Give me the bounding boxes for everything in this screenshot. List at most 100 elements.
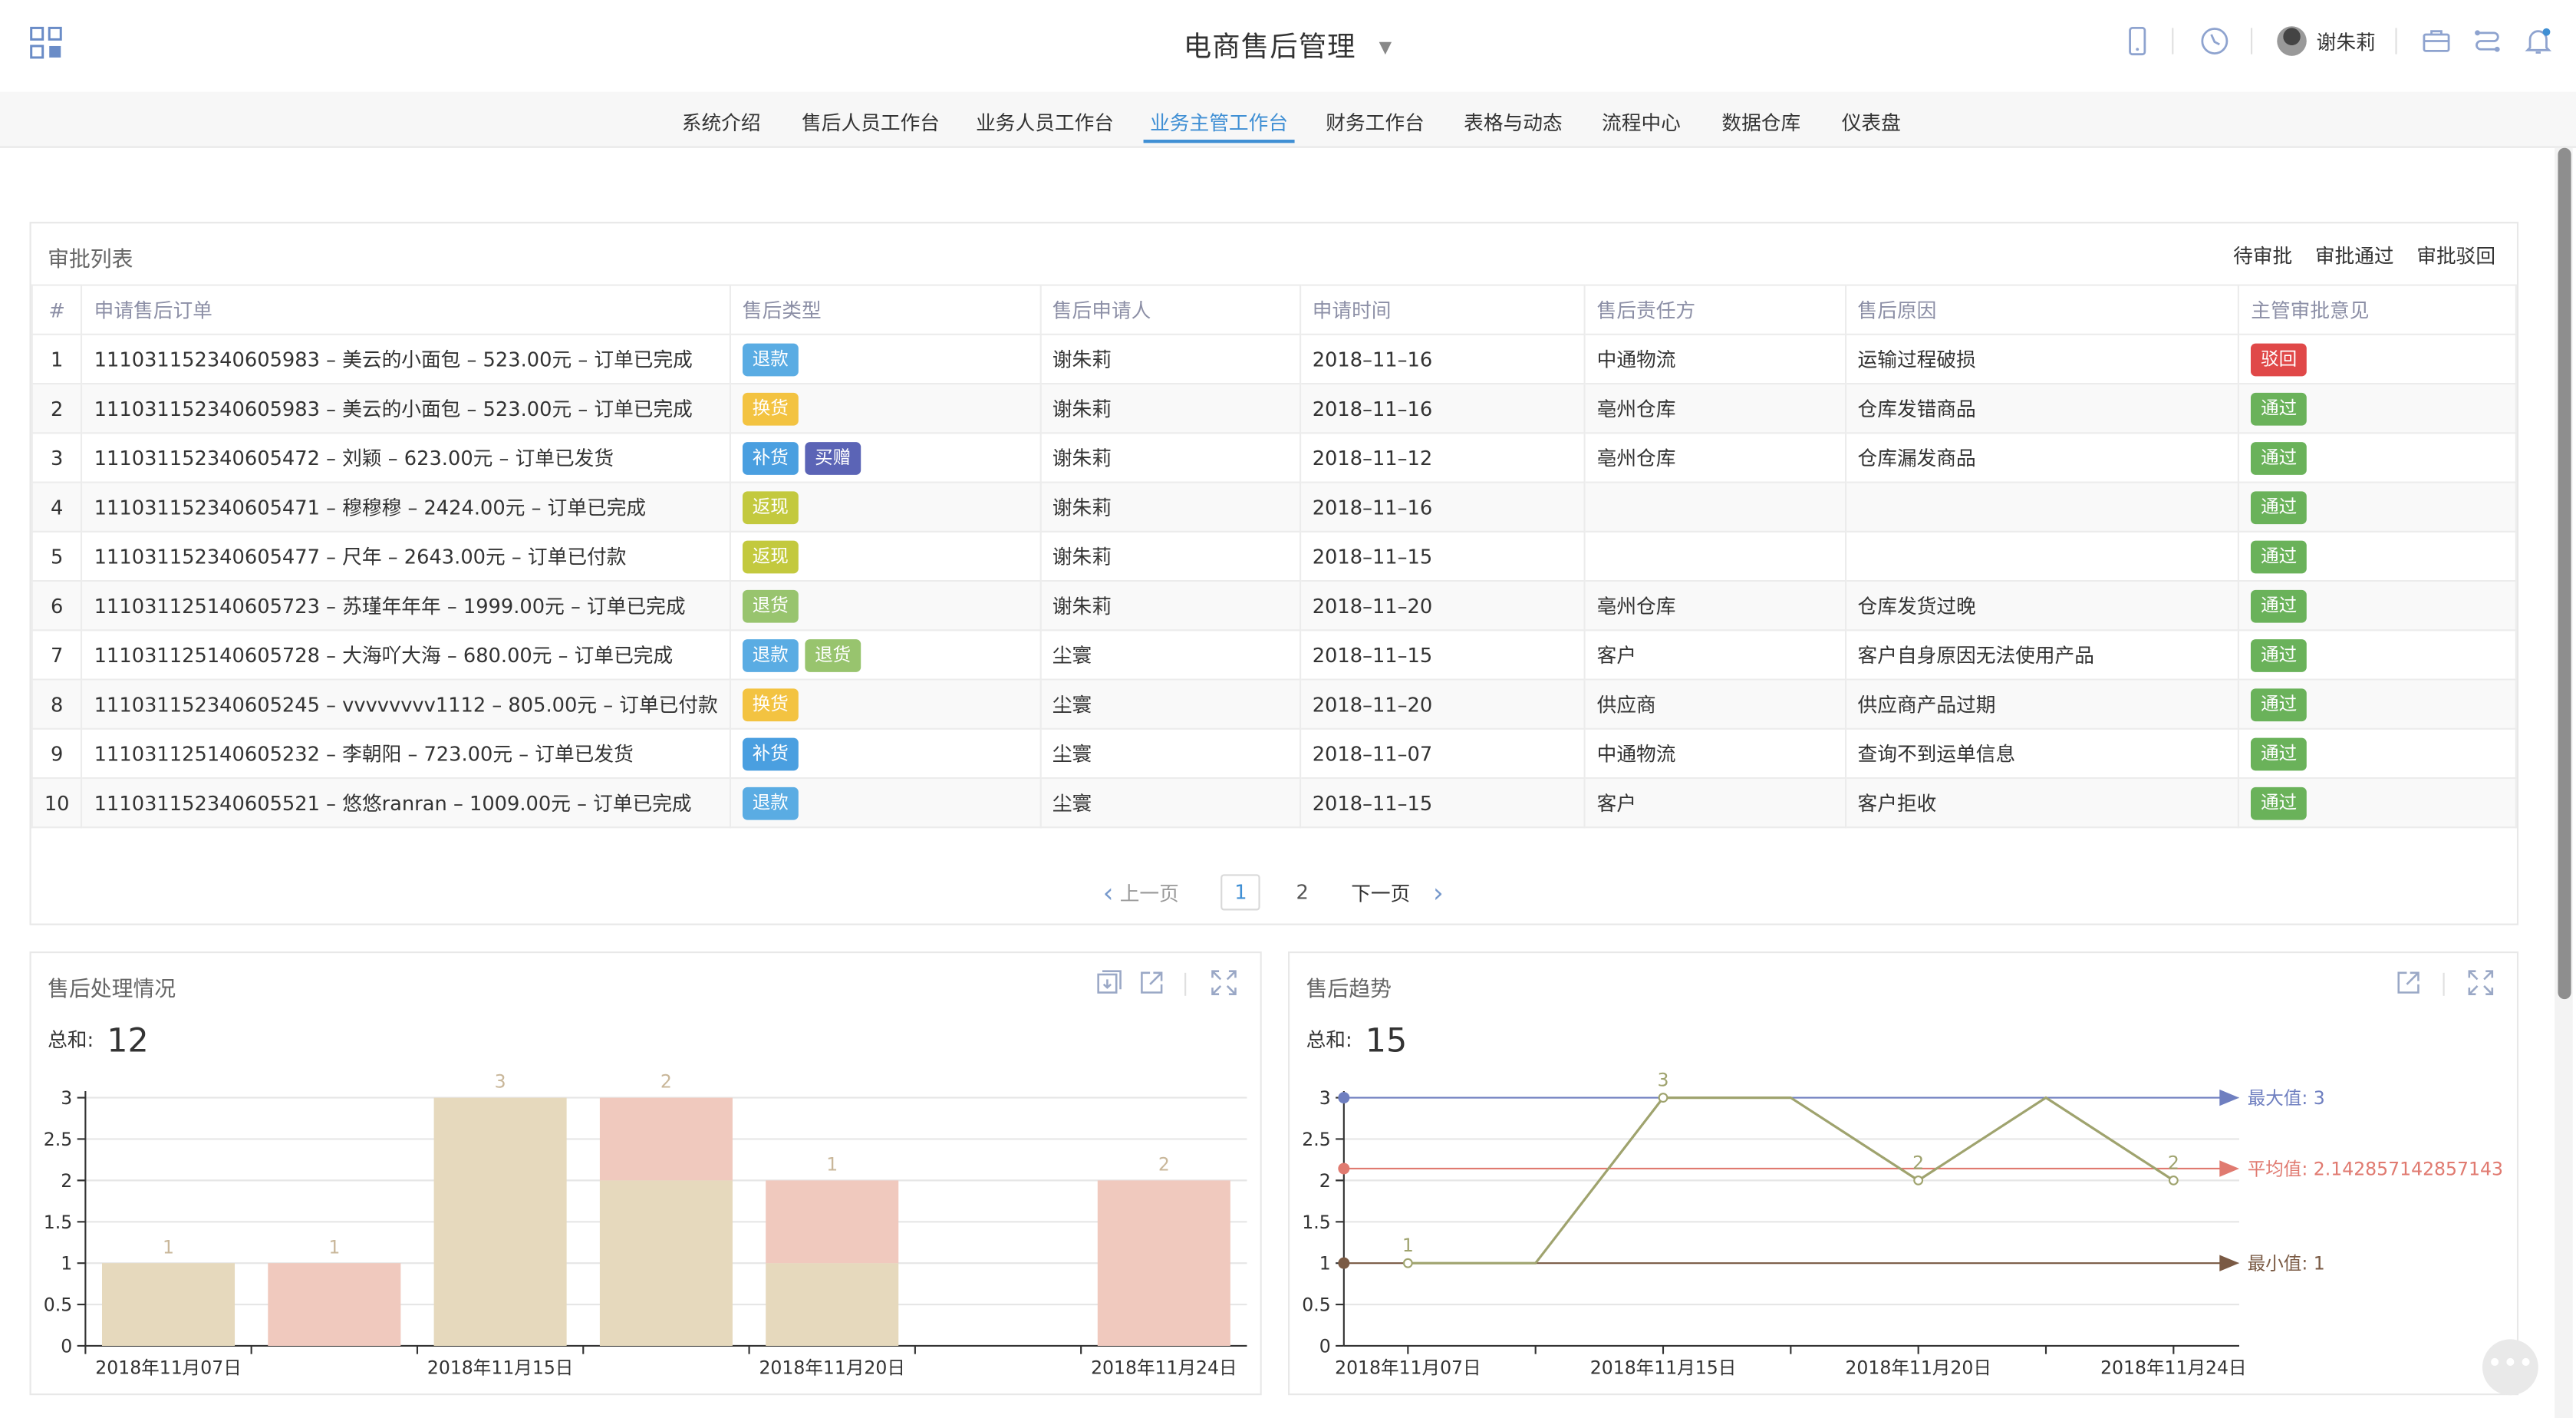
applicant-cell: 谢朱莉 [1039,333,1301,385]
opinion-badge[interactable]: 通过 [2251,391,2308,425]
opinion-badge[interactable]: 通过 [2251,441,2308,474]
data-point [1913,1175,1924,1186]
prev-page-button[interactable]: 上一页 [1120,879,1179,906]
column-header[interactable]: 申请时间 [1299,284,1586,335]
trend-line-chart: 0 0.5 1 1.5 2 2.5 3 最大值: 3 平均值: 2.14285714285714… [1302,1070,2503,1379]
order-cell: 111031152340605983 – 美云的小面包 – 523.00元 – … [81,382,731,434]
column-header[interactable]: 申请售后订单 [81,284,731,335]
tab-business-workbench[interactable]: 业务人员工作台 [976,108,1114,136]
mark-line-arrow [2219,1255,2240,1271]
filter-pending[interactable]: 待审批 [2233,245,2292,268]
filter-rejected[interactable]: 审批驳回 [2416,245,2495,268]
opinion-badge[interactable]: 通过 [2251,589,2308,622]
opinion-cell: 通过 [2238,382,2517,434]
table-row[interactable]: 2 111031152340605983 – 美云的小面包 – 523.00元 –… [31,382,2517,434]
column-header[interactable]: 售后责任方 [1583,284,1846,335]
briefcase-icon[interactable] [2422,26,2452,56]
party-cell: 客户 [1583,777,1846,829]
user-menu[interactable]: 谢朱莉 [2277,23,2376,59]
tab-process-center[interactable]: 流程中心 [1602,108,1681,136]
tab-supervisor-workbench[interactable]: 业务主管工作台 [1143,108,1295,143]
y-tick-label: 1 [1319,1253,1331,1275]
bar-segment [599,1097,733,1181]
opinion-cell: 通过 [2238,579,2517,632]
type-cell: 退货 [729,579,1041,632]
page-1-button[interactable]: 1 [1221,874,1260,911]
reason-cell: 仓库发错商品 [1844,382,2240,434]
opinion-cell: 通过 [2238,432,2517,483]
row-number: 5 [31,530,83,582]
table-row[interactable]: 4 111031152340605471 – 穆穆穆 – 2424.00元 – 订… [31,481,2517,533]
table-row[interactable]: 5 111031152340605477 – 尺年 – 2643.00元 – 订单… [31,530,2517,582]
mark-line-arrow [2219,1089,2240,1106]
table-row[interactable]: 3 111031152340605472 – 刘颖 – 623.00元 – 订单已… [31,432,2517,483]
opinion-cell: 通过 [2238,481,2517,533]
tab-dashboard[interactable]: 仪表盘 [1842,108,1901,136]
tab-data-warehouse[interactable]: 数据仓库 [1721,108,1800,136]
x-tick-label: 2018年11月24日 [2100,1357,2247,1378]
order-cell: 111031152340605477 – 尺年 – 2643.00元 – 订单已… [81,530,731,582]
party-cell: 亳州仓库 [1583,382,1846,434]
column-header[interactable]: 售后类型 [729,284,1041,335]
type-tag: 退货 [742,589,799,622]
filter-approved[interactable]: 审批通过 [2315,245,2394,268]
opinion-badge[interactable]: 通过 [2251,490,2308,524]
table-row[interactable]: 6 111031125140605723 – 苏瑾年年年 – 1999.00元 –… [31,579,2517,632]
next-page-button[interactable]: 下一页 [1351,879,1410,906]
page-scrollbar[interactable] [2555,147,2573,1418]
row-number: 9 [31,727,83,780]
chevron-left-icon[interactable]: ‹ [1103,877,1114,909]
table-row[interactable]: 9 111031125140605232 – 李朝阳 – 723.00元 – 订单… [31,727,2517,780]
date-cell: 2018–11–16 [1299,333,1586,385]
type-tag: 退款 [742,786,799,819]
table-header-row: # 申请售后订单 售后类型 售后申请人 申请时间 售后责任方 售后原因 主管审批… [31,284,2517,335]
point-label: 1 [1402,1235,1414,1256]
table-row[interactable]: 10 111031152340605521 – 悠悠ranran – 1009.0… [31,777,2517,829]
column-header[interactable]: 售后申请人 [1039,284,1301,335]
tab-intro[interactable]: 系统介绍 [682,108,761,136]
flow-icon[interactable] [2472,26,2502,56]
x-tick-label: 2018年11月15日 [427,1357,574,1378]
type-cell: 换货 [729,382,1041,434]
x-tick-label: 2018年11月07日 [1335,1357,1481,1378]
opinion-badge[interactable]: 驳回 [2251,342,2308,376]
opinion-badge[interactable]: 通过 [2251,688,2308,721]
x-tick-label: 2018年11月20日 [759,1357,905,1378]
column-header[interactable]: 主管审批意见 [2238,284,2517,335]
y-tick-label: 3 [61,1087,72,1109]
mobile-icon[interactable] [2123,26,2153,56]
tab-aftersales-workbench[interactable]: 售后人员工作台 [802,108,940,136]
opinion-badge[interactable]: 通过 [2251,539,2308,573]
tab-finance-workbench[interactable]: 财务工作台 [1326,108,1425,136]
scrollbar-thumb[interactable] [2558,147,2571,1000]
data-point [2168,1175,2179,1186]
trend-chart-panel: 售后趋势 总和: 15 0 0.5 1 1.5 2 2.5 3 最大值: 3 平均值: 2.142… [1288,951,2519,1396]
tab-tables-activity[interactable]: 表格与动态 [1464,108,1563,136]
x-tick-label: 2018年11月24日 [1091,1357,1237,1378]
reason-cell [1844,481,2240,533]
more-options-icon[interactable]: ••• [2482,1339,2538,1396]
page-2-button[interactable]: 2 [1296,881,1309,904]
table-row[interactable]: 1 111031152340605983 – 美云的小面包 – 523.00元 –… [31,333,2517,385]
type-tag: 换货 [742,688,799,721]
table-row[interactable]: 8 111031152340605245 – vvvvvvvv1112 – 805… [31,678,2517,730]
app-title-dropdown[interactable]: 电商售后管理 ▼ [0,23,2576,64]
chevron-right-icon[interactable]: › [1433,877,1444,909]
table-row[interactable]: 7 111031125140605728 – 大海吖大海 – 680.00元 – … [31,629,2517,681]
column-header: # [31,284,83,335]
opinion-badge[interactable]: 通过 [2251,786,2308,819]
point-label: 3 [1658,1070,1669,1091]
column-header[interactable]: 售后原因 [1844,284,2240,335]
applicant-cell: 谢朱莉 [1039,530,1301,582]
clock-icon[interactable] [2200,26,2230,56]
app-stage: 电商售后管理 ▼ 谢朱莉 系统介绍 售后人员工作台 业务人员工作台 业务主管工作… [0,0,2576,1418]
y-tick-label: 2 [61,1170,72,1192]
row-number: 1 [31,333,83,385]
opinion-badge[interactable]: 通过 [2251,638,2308,671]
opinion-cell: 驳回 [2238,333,2517,385]
y-tick-label: 3 [1319,1087,1331,1109]
bell-icon[interactable] [2523,26,2553,56]
opinion-badge[interactable]: 通过 [2251,737,2308,770]
row-number: 3 [31,432,83,483]
bar-segment [766,1180,899,1264]
